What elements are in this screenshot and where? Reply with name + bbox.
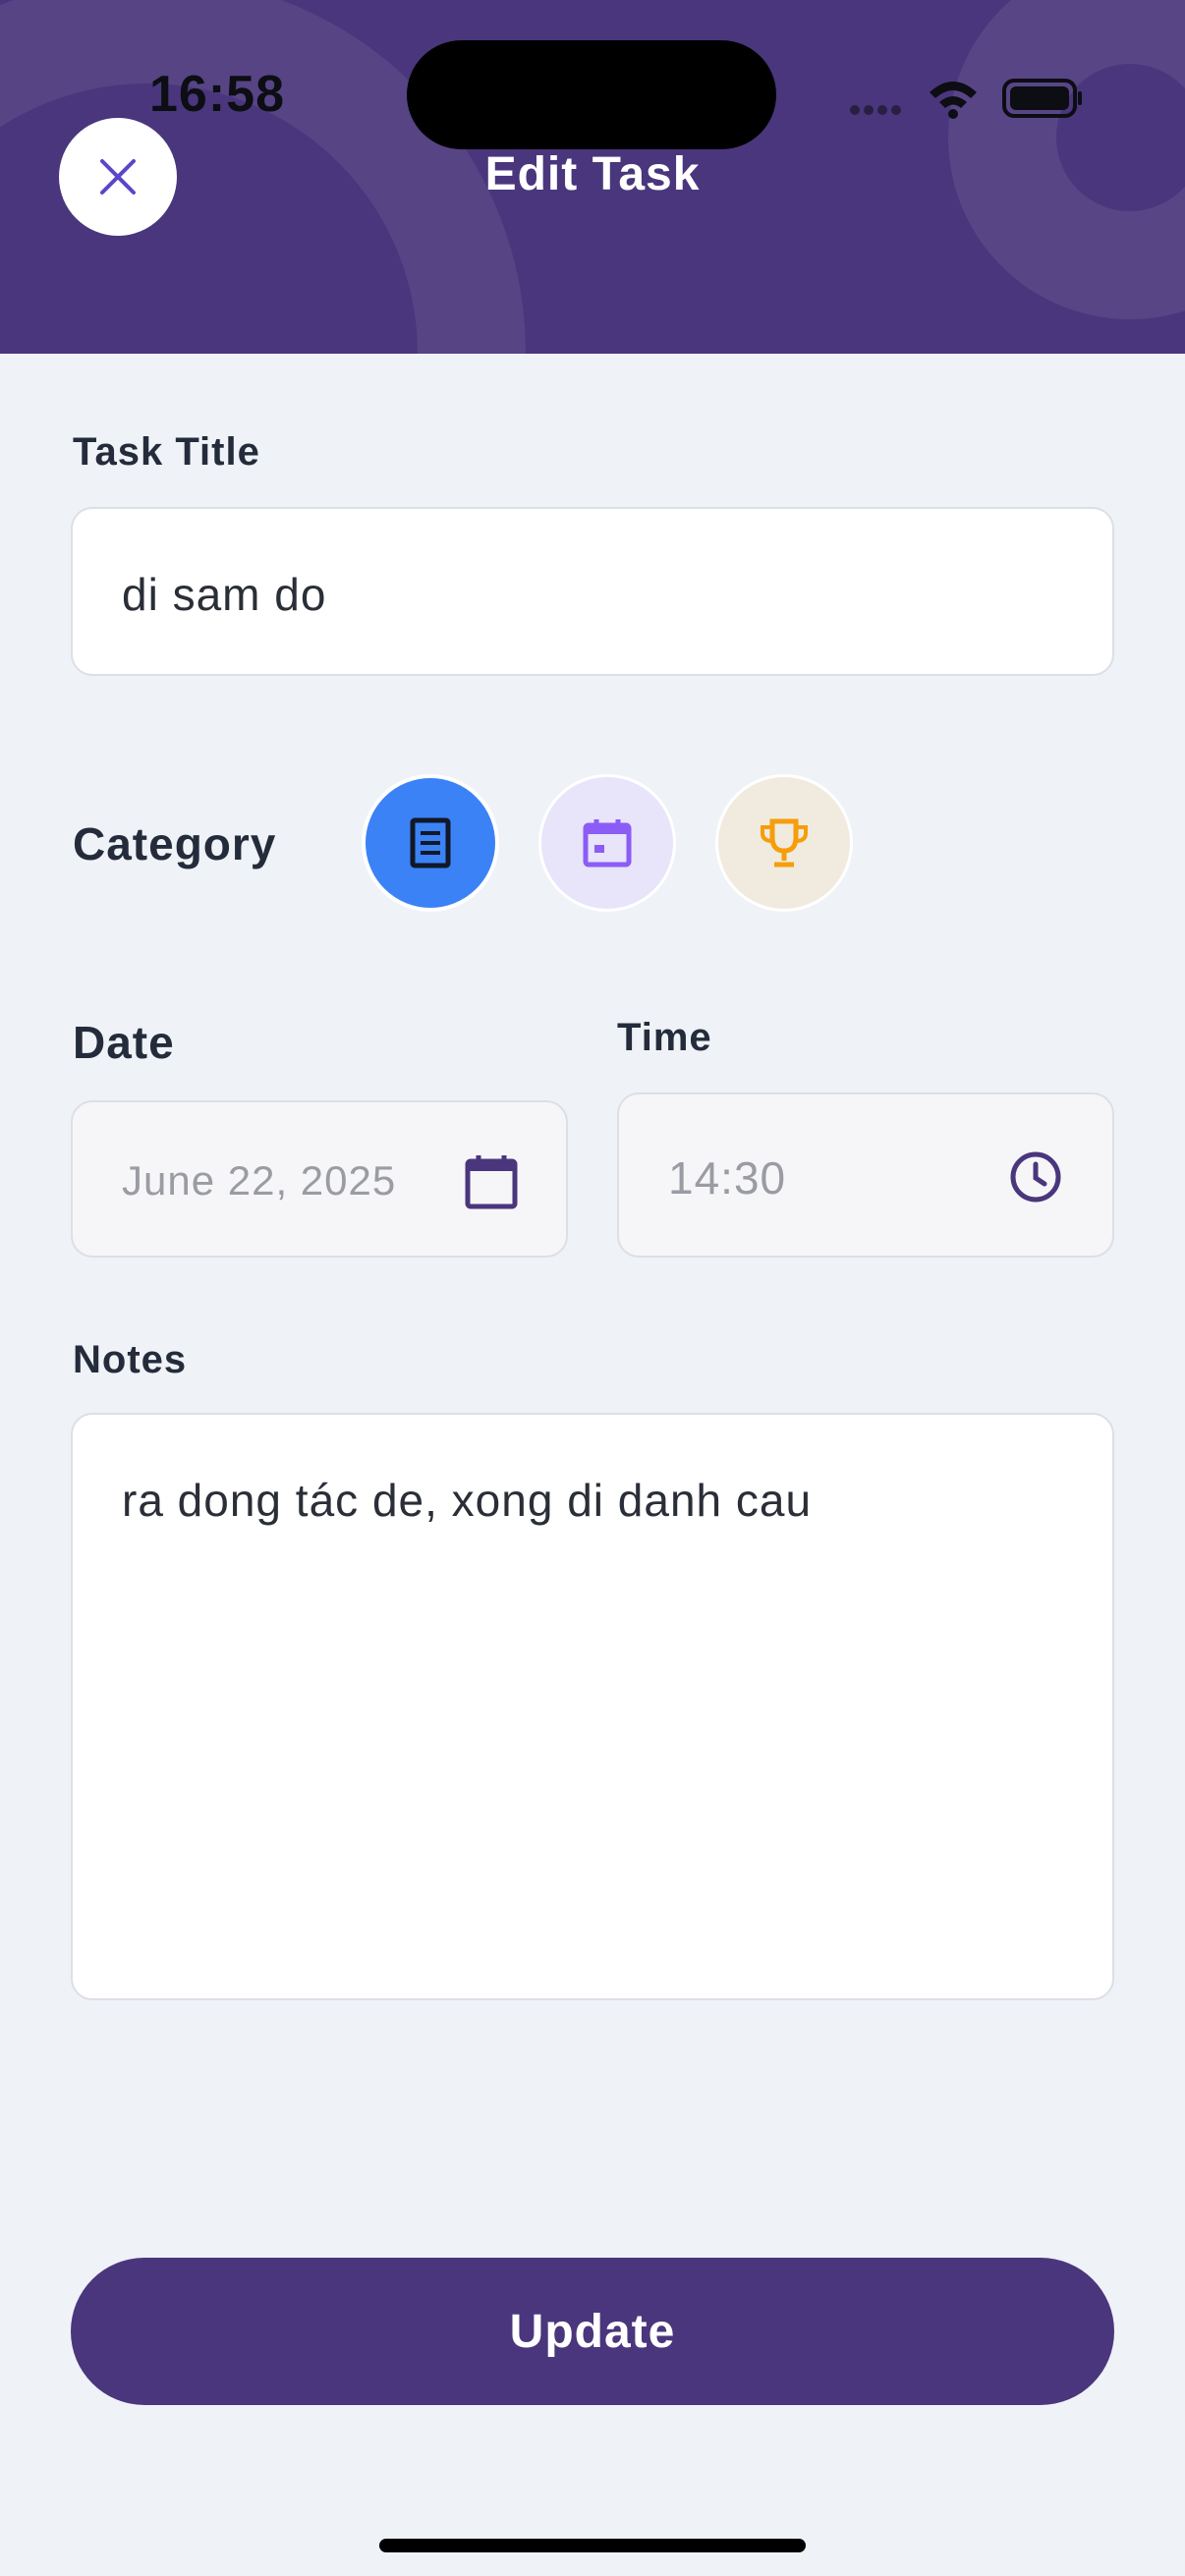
- category-option-document[interactable]: [362, 774, 499, 912]
- status-time: 16:58: [149, 66, 285, 123]
- clock-icon: [1010, 1151, 1061, 1203]
- category-label: Category: [73, 818, 277, 869]
- home-indicator: [379, 2539, 806, 2552]
- date-field[interactable]: June 22, 2025: [71, 1100, 568, 1258]
- date-value: June 22, 2025: [122, 1157, 397, 1204]
- trophy-icon: [761, 818, 808, 868]
- signal-icon: [850, 105, 901, 115]
- calendar-icon: [465, 1155, 518, 1209]
- wifi-icon: [930, 82, 977, 119]
- category-option-calendar[interactable]: [538, 774, 676, 912]
- task-title-value: di sam do: [122, 569, 327, 620]
- update-button[interactable]: Update: [71, 2258, 1114, 2405]
- task-title-input[interactable]: di sam do: [71, 507, 1114, 676]
- notes-label: Notes: [73, 1338, 188, 1381]
- notes-value: ra dong tác de, xong di danh cau: [122, 1475, 813, 1526]
- calendar-icon: [583, 819, 632, 868]
- document-icon: [410, 817, 451, 868]
- page-title: Edit Task: [484, 148, 701, 200]
- category-option-trophy[interactable]: [715, 774, 853, 912]
- dynamic-island: [407, 40, 776, 149]
- task-title-label: Task Title: [73, 430, 260, 474]
- date-label: Date: [73, 1017, 175, 1068]
- time-label: Time: [617, 1016, 712, 1059]
- header: 16:58 Edit Task: [0, 0, 1185, 354]
- notes-textarea[interactable]: ra dong tác de, xong di danh cau: [71, 1413, 1114, 2000]
- battery-icon: [1002, 79, 1082, 118]
- time-field[interactable]: 14:30: [617, 1092, 1114, 1258]
- time-value: 14:30: [668, 1152, 787, 1204]
- status-icons: [850, 79, 1082, 119]
